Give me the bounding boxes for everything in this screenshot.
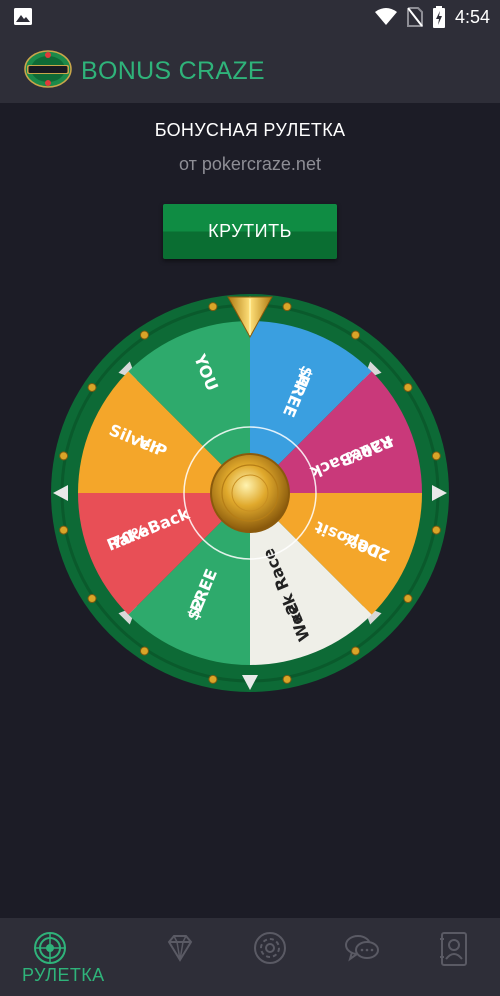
rim-stud	[431, 451, 441, 461]
contact-card-icon	[440, 932, 467, 966]
bonus-wheel: $4FREE+20%RakeBack200%Depositx2Week Race…	[51, 294, 449, 692]
nav-item-contact[interactable]	[404, 918, 500, 996]
poker-chip-icon	[254, 932, 286, 964]
roulette-icon	[34, 932, 66, 964]
rim-stud	[351, 330, 361, 340]
nav-item-chat[interactable]	[312, 918, 412, 996]
rim-stud	[282, 674, 292, 684]
app-title: BONUS CRAZE	[81, 57, 265, 85]
rim-stud	[59, 451, 69, 461]
nav-item-poker-chip[interactable]	[220, 918, 320, 996]
nav-item-roulette[interactable]: РУЛЕТКА	[0, 918, 104, 996]
rim-stud	[351, 646, 361, 656]
rim-stud	[431, 525, 441, 535]
battery-charging-icon	[432, 6, 445, 28]
wheel-hub	[212, 455, 288, 531]
diamond-icon	[167, 935, 193, 962]
bottom-nav: РУЛЕТКА	[0, 918, 500, 996]
rim-stud	[139, 330, 149, 340]
page-title: БОНУСНАЯ РУЛЕТКА	[154, 120, 346, 140]
rim-stud	[139, 646, 149, 656]
wifi-icon	[374, 8, 397, 25]
bonus-craze-logo	[24, 50, 72, 88]
status-bar: 4:54	[0, 0, 500, 33]
status-time: 4:54	[454, 6, 490, 27]
rim-stud	[87, 594, 97, 604]
page-subtitle: от pokercraze.net	[179, 154, 321, 174]
rim-stud	[208, 674, 218, 684]
nav-item-diamond[interactable]	[130, 918, 230, 996]
rim-stud	[403, 594, 413, 604]
rim-stud	[282, 302, 292, 312]
main-content: БОНУСНАЯ РУЛЕТКА от pokercraze.net КРУТИ…	[0, 103, 500, 918]
app-bar: BONUS CRAZE	[0, 33, 500, 103]
chat-icon	[345, 935, 379, 962]
image-icon	[14, 8, 32, 25]
no-sim-icon	[406, 7, 423, 27]
nav-label-roulette: РУЛЕТКА	[22, 965, 105, 985]
spin-button[interactable]: КРУТИТЬ	[163, 204, 337, 259]
rim-stud	[59, 525, 69, 535]
rim-stud	[403, 382, 413, 392]
rim-stud	[87, 382, 97, 392]
rim-stud	[208, 302, 218, 312]
